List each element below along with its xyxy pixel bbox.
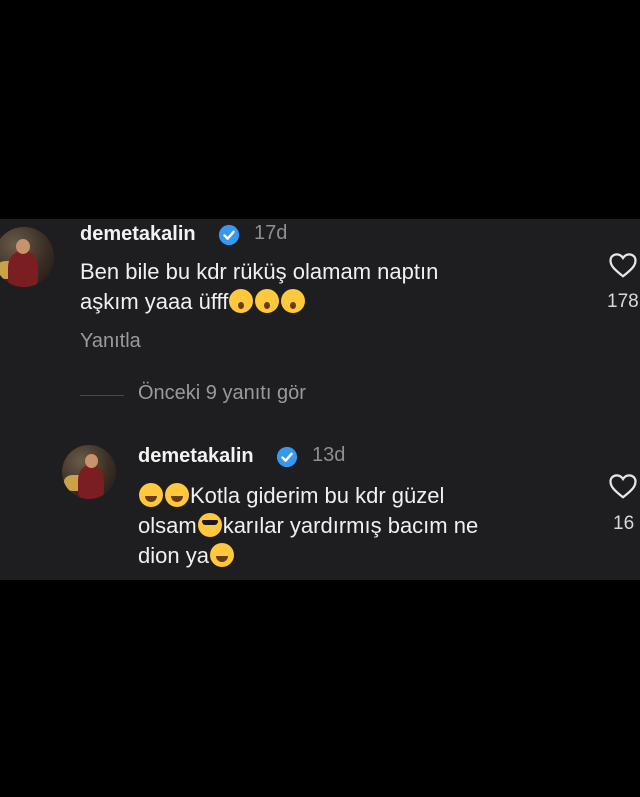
replies-divider	[80, 395, 124, 396]
comment-like-count: 178	[607, 291, 639, 312]
reply-text: Kotla giderim bu kdr güzel olsam karılar …	[138, 481, 558, 571]
reply-text-line1-text: Kotla giderim bu kdr güzel	[190, 483, 445, 508]
reply-text-line2: olsam karılar yardırmış bacım ne	[138, 511, 558, 541]
comment-text-line2: aşkım yaaa üfff	[80, 287, 500, 317]
reply-text-line3: dion ya	[138, 541, 558, 571]
reply-text-line1: Kotla giderim bu kdr güzel	[138, 481, 558, 511]
verified-badge-icon	[218, 224, 240, 246]
comments-panel: demetakalin 17d Ben bile bu kdr rüküş ol…	[0, 219, 640, 580]
comment-text-line2-text: aşkım yaaa üfff	[80, 289, 229, 314]
reply-text-line2b: karılar yardırmış bacım ne	[222, 513, 479, 538]
laughing-emoji	[165, 483, 189, 507]
laughing-emoji	[209, 543, 234, 567]
reply-text-line2a: olsam	[138, 513, 197, 538]
astonished-emoji	[255, 289, 280, 313]
avatar[interactable]	[0, 227, 54, 287]
verified-badge-icon	[276, 446, 298, 468]
heart-icon[interactable]	[608, 251, 638, 279]
reply-button[interactable]: Yanıtla	[80, 330, 141, 353]
laughing-emoji	[139, 483, 163, 507]
comment-text: Ben bile bu kdr rüküş olamam naptın aşkı…	[80, 257, 500, 317]
reply-username[interactable]: demetakalin	[138, 445, 254, 468]
view-previous-replies-link[interactable]: Önceki 9 yanıtı gör	[138, 382, 306, 405]
reply-text-line3-text: dion ya	[138, 543, 209, 568]
reply-like-count: 16	[613, 513, 635, 534]
comment-text-line1: Ben bile bu kdr rüküş olamam naptın	[80, 259, 439, 284]
astonished-emoji	[281, 289, 306, 313]
heart-icon[interactable]	[608, 472, 638, 500]
sunglasses-emoji	[197, 513, 222, 537]
comment-time: 17d	[254, 222, 288, 244]
reply-avatar[interactable]	[62, 445, 116, 499]
reply-time: 13d	[312, 444, 346, 466]
astonished-emoji	[229, 289, 254, 313]
comment-username[interactable]: demetakalin	[80, 223, 196, 246]
